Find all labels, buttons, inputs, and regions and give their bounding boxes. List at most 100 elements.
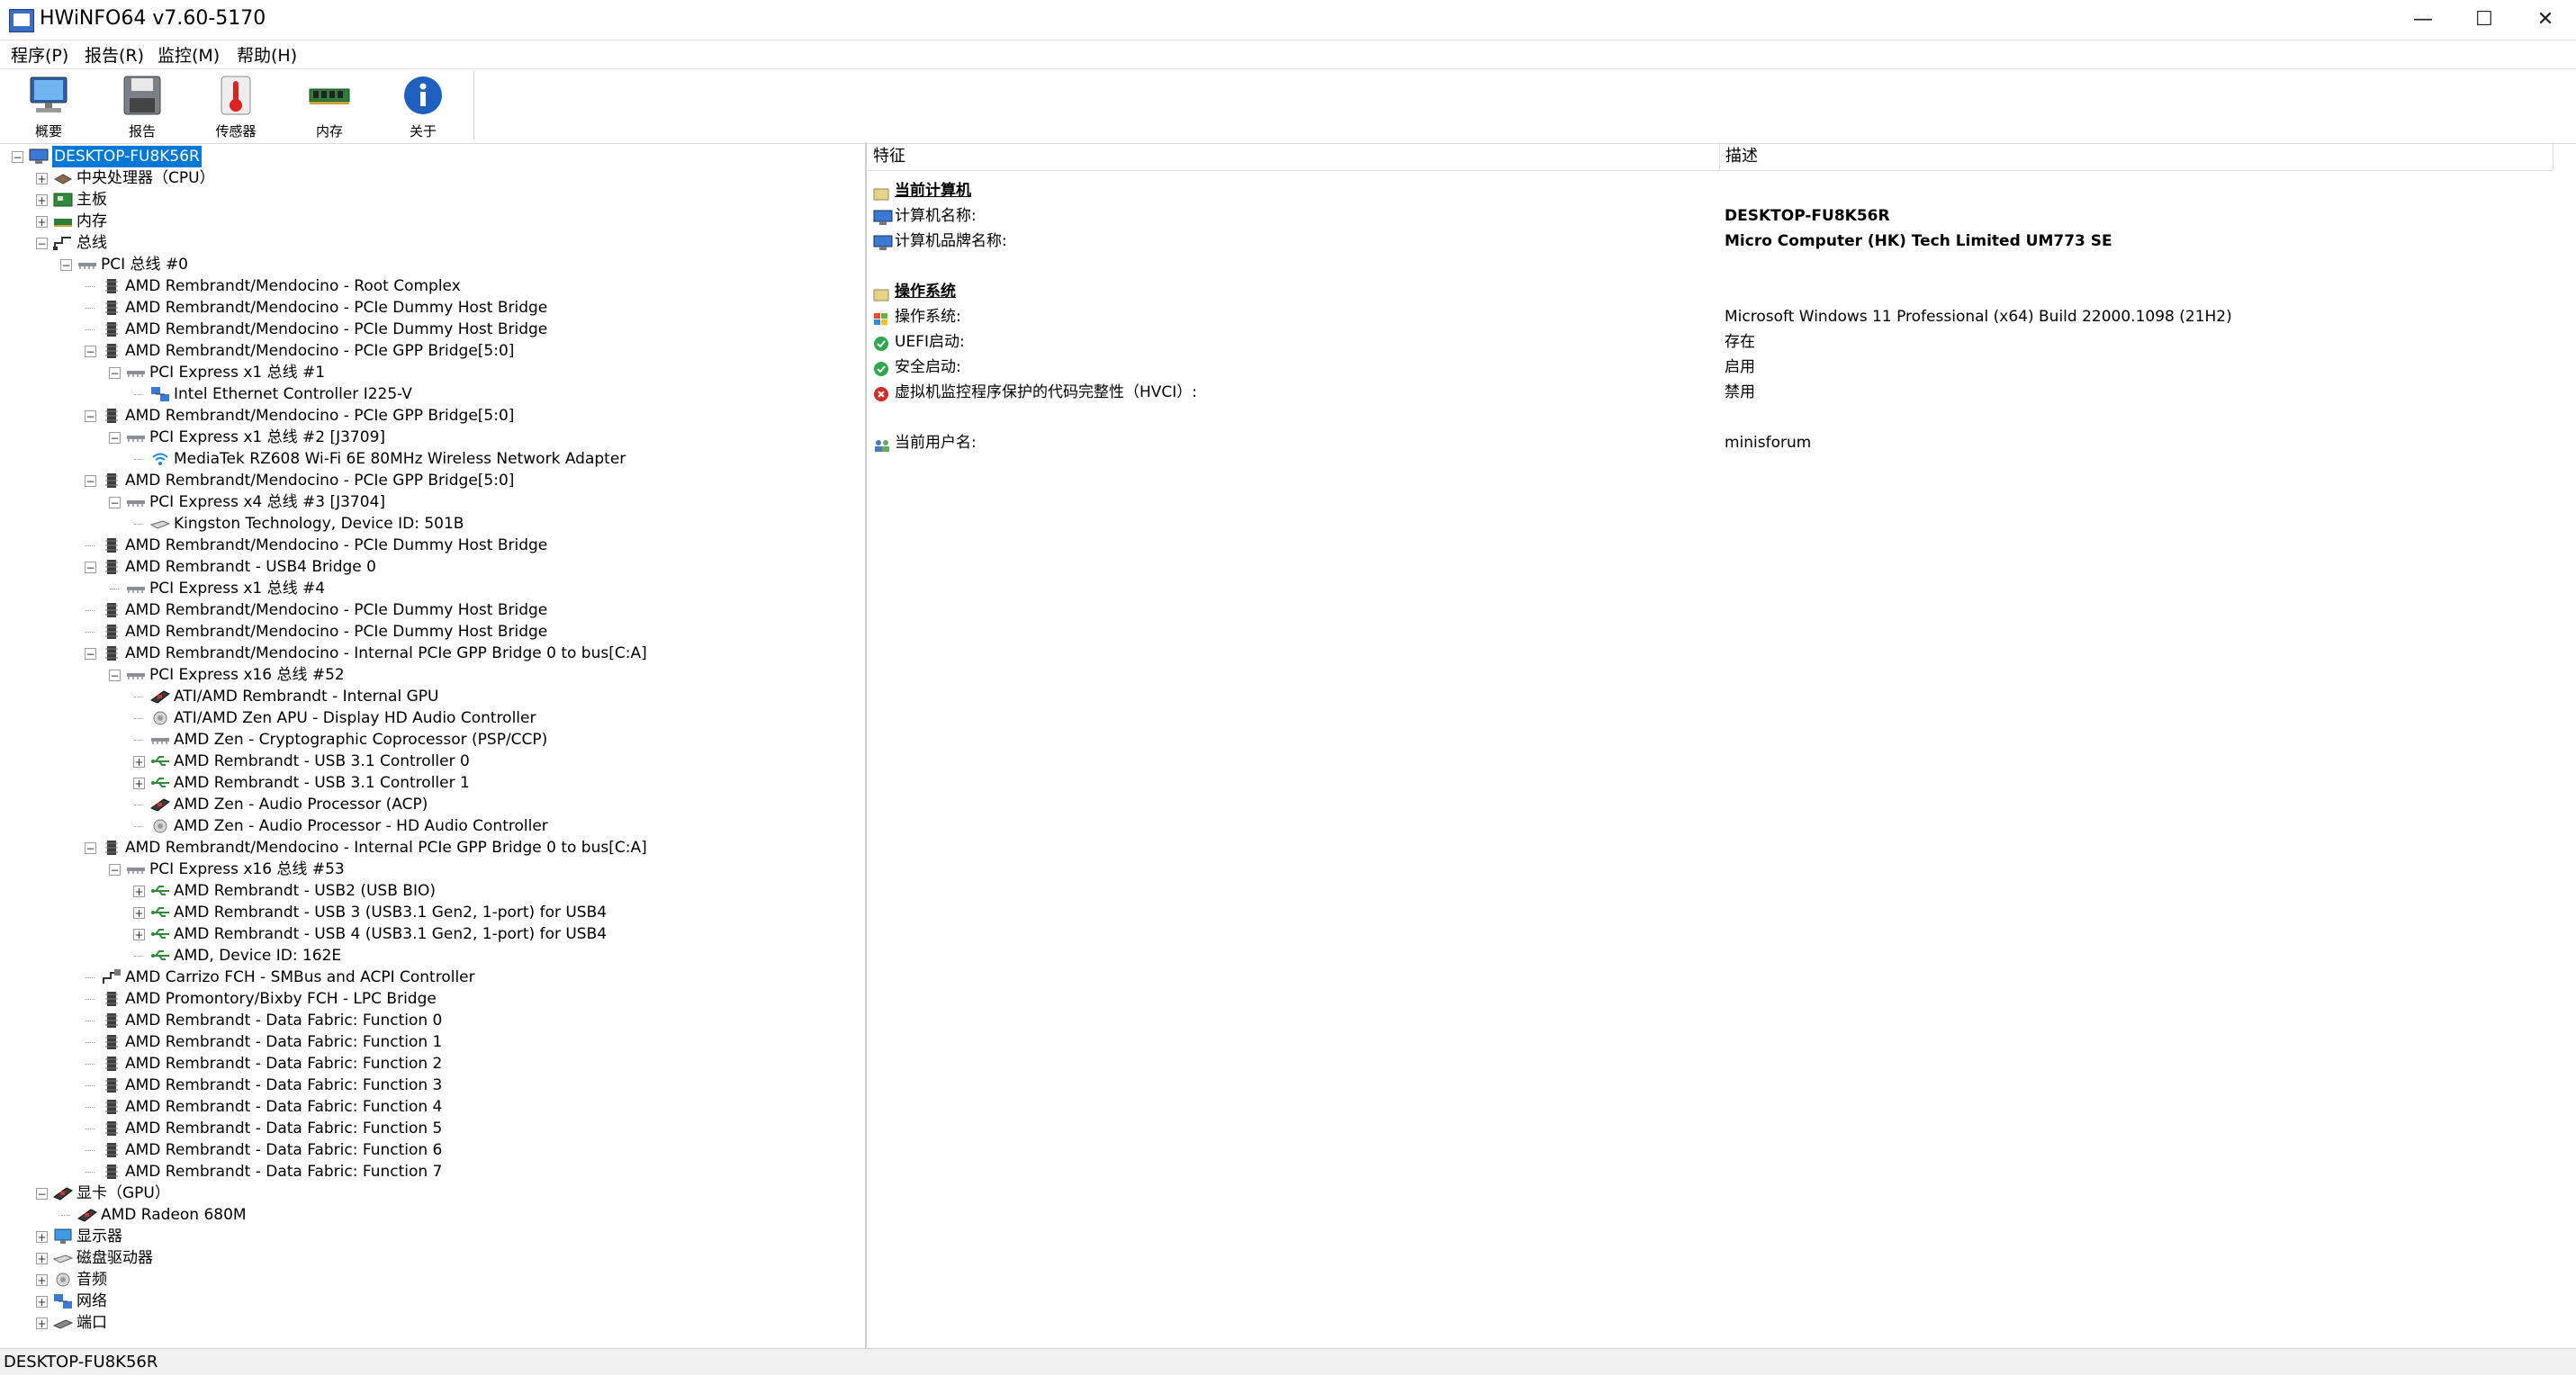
tree-node[interactable]: AMD Radeon 680M — [0, 1204, 860, 1226]
tree-node[interactable]: AMD Zen - Audio Processor - HD Audio Con… — [0, 815, 860, 837]
tree-node[interactable]: − AMD Rembrandt/Mendocino - Internal PCIe… — [0, 643, 860, 664]
collapse-toggle[interactable]: − — [109, 497, 121, 508]
expand-toggle[interactable]: + — [36, 173, 48, 184]
tree-node[interactable]: − AMD Rembrandt/Mendocino - PCIe GPP Brid… — [0, 340, 860, 362]
expand-toggle[interactable]: + — [133, 907, 145, 919]
collapse-toggle[interactable]: − — [85, 842, 96, 854]
report-button[interactable]: 报告 — [97, 75, 187, 140]
collapse-toggle[interactable]: − — [109, 367, 121, 379]
tree-node[interactable]: + 显示器 — [0, 1226, 860, 1247]
tree-node[interactable]: + 主板 — [0, 189, 860, 211]
tree-node[interactable]: + 内存 — [0, 211, 860, 232]
collapse-toggle[interactable]: − — [85, 648, 96, 660]
tree-node[interactable]: + AMD Rembrandt - USB2 (USB BIO) — [0, 880, 860, 902]
tree-node[interactable]: PCI Express x1 总线 #4 — [0, 578, 860, 599]
tree-node[interactable]: + 磁盘驱动器 — [0, 1247, 860, 1269]
summary-button[interactable]: 概要 — [4, 75, 94, 140]
tree-node[interactable]: Intel Ethernet Controller I225-V — [0, 383, 860, 405]
tree-node[interactable]: AMD Rembrandt/Mendocino - Root Complex — [0, 275, 860, 297]
tree-node[interactable]: − PCI Express x1 总线 #2 [J3709] — [0, 427, 860, 448]
expand-toggle[interactable]: + — [36, 1253, 48, 1264]
expand-toggle[interactable]: + — [36, 194, 48, 206]
menu-monitor[interactable]: 监控(M) — [158, 42, 220, 67]
menu-help[interactable]: 帮助(H) — [237, 42, 297, 67]
property-row[interactable]: 操作系统: Microsoft Windows 11 Professional (… — [868, 304, 2576, 329]
minimize-button[interactable]: — — [2392, 0, 2454, 40]
tree-node[interactable]: + 中央处理器（CPU） — [0, 167, 860, 189]
collapse-toggle[interactable]: − — [85, 346, 96, 357]
tree-node[interactable]: AMD Rembrandt/Mendocino - PCIe Dummy Hos… — [0, 621, 860, 643]
collapse-toggle[interactable]: − — [109, 864, 121, 876]
collapse-toggle[interactable]: − — [85, 410, 96, 422]
tree-node[interactable]: ATI/AMD Zen APU - Display HD Audio Contr… — [0, 707, 860, 729]
tree-node[interactable]: AMD, Device ID: 162E — [0, 945, 860, 967]
tree-node[interactable]: + 音频 — [0, 1269, 860, 1291]
tree-node[interactable]: − AMD Rembrandt/Mendocino - PCIe GPP Brid… — [0, 470, 860, 491]
tree-node[interactable]: − 显卡（GPU） — [0, 1183, 860, 1204]
expand-toggle[interactable]: + — [36, 1231, 48, 1243]
menu-program[interactable]: 程序(P) — [11, 42, 68, 67]
property-row[interactable]: 计算机品牌名称: Micro Computer (HK) Tech Limited… — [868, 229, 2576, 254]
tree-node[interactable]: AMD Rembrandt - Data Fabric: Function 0 — [0, 1010, 860, 1031]
collapse-toggle[interactable]: − — [36, 238, 48, 249]
tree-node[interactable]: MediaTek RZ608 Wi-Fi 6E 80MHz Wireless N… — [0, 448, 860, 470]
expand-toggle[interactable]: + — [133, 756, 145, 768]
feature-column-header[interactable]: 特征 — [868, 142, 1720, 171]
collapse-toggle[interactable]: − — [36, 1188, 48, 1200]
tree-node[interactable]: AMD Rembrandt - Data Fabric: Function 3 — [0, 1075, 860, 1096]
device-tree[interactable]: − DESKTOP-FU8K56R + 中央处理器（CPU） + 主板 + 内存 − 总线 − PCI… — [0, 142, 867, 1348]
tree-node[interactable]: AMD Rembrandt/Mendocino - PCIe Dummy Hos… — [0, 319, 860, 340]
tree-node[interactable]: − 总线 — [0, 232, 860, 254]
memory-button[interactable]: 内存 — [284, 75, 374, 140]
tree-node[interactable]: AMD Rembrandt - Data Fabric: Function 7 — [0, 1161, 860, 1183]
tree-node[interactable]: AMD Rembrandt/Mendocino - PCIe Dummy Hos… — [0, 535, 860, 556]
section-header-row[interactable]: 当前计算机 — [868, 178, 2576, 203]
expand-toggle[interactable]: + — [133, 778, 145, 789]
tree-node[interactable]: + AMD Rembrandt - USB 3.1 Controller 0 — [0, 751, 860, 772]
expand-toggle[interactable]: + — [36, 1296, 48, 1308]
close-button[interactable]: ✕ — [2515, 0, 2576, 40]
collapse-toggle[interactable]: − — [85, 475, 96, 487]
collapse-toggle[interactable]: − — [109, 670, 121, 681]
tree-node[interactable]: AMD Rembrandt - Data Fabric: Function 6 — [0, 1139, 860, 1161]
tree-node[interactable]: AMD Rembrandt/Mendocino - PCIe Dummy Hos… — [0, 599, 860, 621]
property-row[interactable]: 安全启动: 启用 — [868, 355, 2576, 380]
tree-node[interactable]: AMD Zen - Cryptographic Coprocessor (PSP… — [0, 729, 860, 751]
tree-node[interactable]: − PCI Express x1 总线 #1 — [0, 362, 860, 383]
menu-report[interactable]: 报告(R) — [85, 42, 144, 67]
about-button[interactable]: 关于 — [378, 75, 468, 140]
property-row[interactable]: 当前用户名: minisforum — [868, 430, 2576, 455]
description-column-header[interactable]: 描述 — [1720, 142, 2553, 171]
sensors-button[interactable]: 传感器 — [191, 75, 281, 140]
expand-toggle[interactable]: + — [133, 929, 145, 940]
property-row[interactable]: UEFI启动: 存在 — [868, 329, 2576, 355]
collapse-toggle[interactable]: − — [85, 562, 96, 573]
tree-node[interactable]: + AMD Rembrandt - USB 4 (USB3.1 Gen2, 1-p… — [0, 923, 860, 945]
tree-node[interactable]: AMD Rembrandt - Data Fabric: Function 1 — [0, 1031, 860, 1053]
tree-node[interactable]: ATI/AMD Rembrandt - Internal GPU — [0, 686, 860, 707]
expand-toggle[interactable]: + — [36, 216, 48, 228]
collapse-toggle[interactable]: − — [60, 259, 72, 271]
collapse-toggle[interactable]: − — [12, 151, 23, 163]
tree-node[interactable]: − AMD Rembrandt - USB4 Bridge 0 — [0, 556, 860, 578]
tree-node[interactable]: AMD Carrizo FCH - SMBus and ACPI Control… — [0, 967, 860, 988]
property-row[interactable]: 虚拟机监控程序保护的代码完整性（HVCI）: 禁用 — [868, 380, 2576, 405]
section-header-row[interactable]: 操作系统 — [868, 279, 2576, 304]
tree-node[interactable]: − PCI Express x16 总线 #52 — [0, 664, 860, 686]
property-row[interactable]: 计算机名称: DESKTOP-FU8K56R — [868, 203, 2576, 229]
tree-node[interactable]: Kingston Technology, Device ID: 501B — [0, 513, 860, 535]
tree-node[interactable]: − AMD Rembrandt/Mendocino - Internal PCIe… — [0, 837, 860, 859]
tree-node[interactable]: AMD Rembrandt/Mendocino - PCIe Dummy Hos… — [0, 297, 860, 319]
maximize-button[interactable]: ☐ — [2454, 0, 2515, 40]
tree-node[interactable]: + AMD Rembrandt - USB 3 (USB3.1 Gen2, 1-p… — [0, 902, 860, 923]
tree-node[interactable]: + AMD Rembrandt - USB 3.1 Controller 1 — [0, 772, 860, 794]
tree-node[interactable]: AMD Promontory/Bixby FCH - LPC Bridge — [0, 988, 860, 1010]
tree-node[interactable]: − PCI Express x4 总线 #3 [J3704] — [0, 491, 860, 513]
expand-toggle[interactable]: + — [133, 886, 145, 897]
collapse-toggle[interactable]: − — [109, 432, 121, 444]
tree-node[interactable]: − AMD Rembrandt/Mendocino - PCIe GPP Brid… — [0, 405, 860, 427]
tree-node[interactable]: − PCI Express x16 总线 #53 — [0, 859, 860, 880]
tree-node[interactable]: AMD Rembrandt - Data Fabric: Function 5 — [0, 1118, 860, 1139]
tree-node[interactable]: + 端口 — [0, 1312, 860, 1334]
expand-toggle[interactable]: + — [36, 1318, 48, 1329]
